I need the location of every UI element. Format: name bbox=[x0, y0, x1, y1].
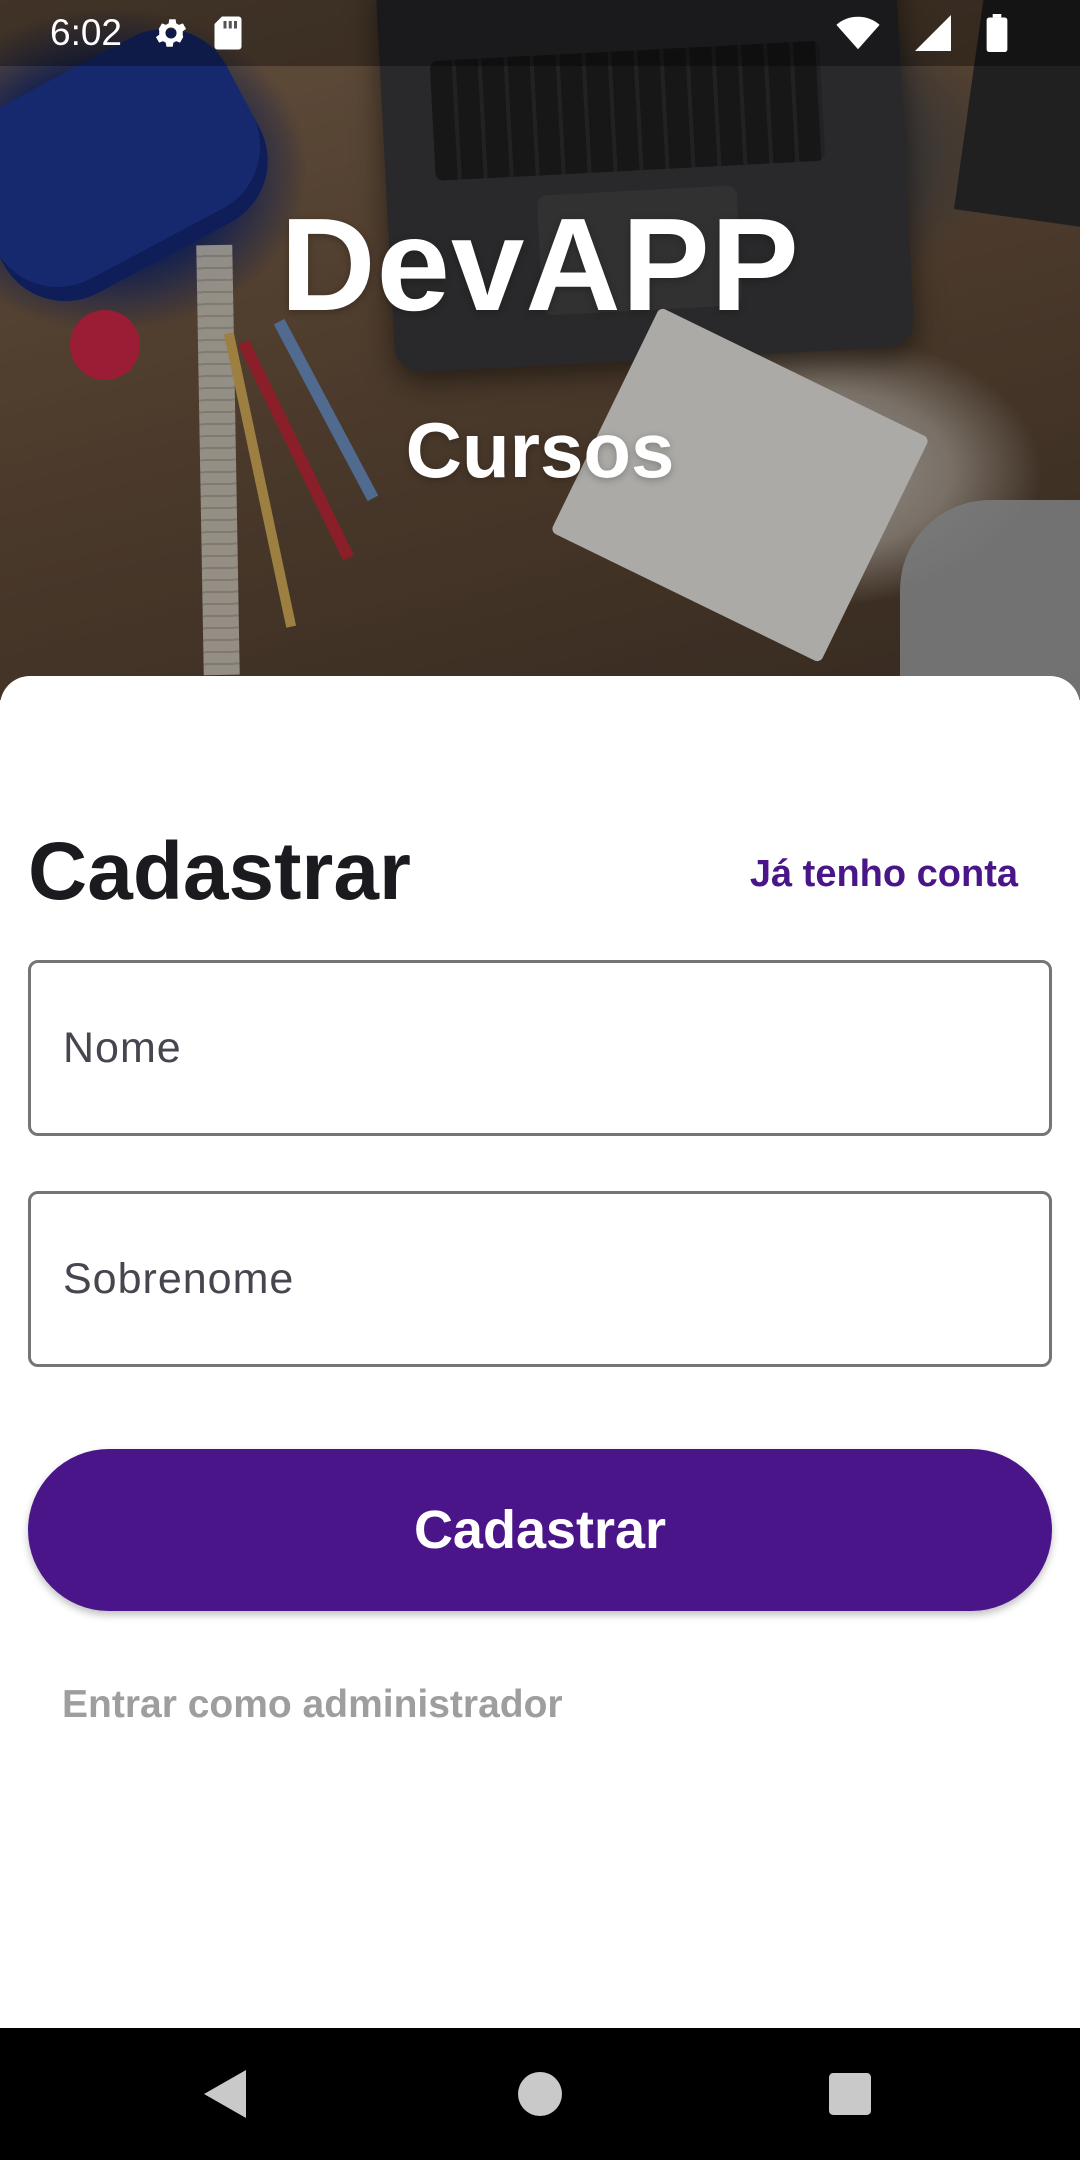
back-icon[interactable] bbox=[196, 2064, 256, 2124]
home-icon[interactable] bbox=[510, 2064, 570, 2124]
register-heading: Cadastrar bbox=[28, 826, 411, 917]
register-sheet: Cadastrar Já tenho conta Cadastrar Entra… bbox=[0, 676, 1080, 2028]
name-field[interactable] bbox=[28, 960, 1052, 1136]
recents-icon[interactable] bbox=[820, 2064, 880, 2124]
signal-icon bbox=[914, 15, 952, 51]
surname-input[interactable] bbox=[31, 1194, 1049, 1364]
screen: DevAPP Cursos 6:02 Cadastrar Já tenho co… bbox=[0, 0, 1080, 2160]
app-title: DevAPP bbox=[280, 191, 800, 338]
app-subtitle: Cursos bbox=[405, 406, 675, 494]
sd-card-icon bbox=[212, 15, 244, 51]
sheet-header: Cadastrar Já tenho conta bbox=[28, 822, 1052, 922]
register-button[interactable]: Cadastrar bbox=[28, 1449, 1052, 1611]
battery-icon bbox=[986, 14, 1008, 52]
navigation-bar bbox=[0, 2028, 1080, 2160]
settings-icon bbox=[152, 14, 190, 52]
surname-field[interactable] bbox=[28, 1191, 1052, 1367]
already-have-account-link[interactable]: Já tenho conta bbox=[750, 850, 1018, 898]
name-input[interactable] bbox=[31, 963, 1049, 1133]
status-time: 6:02 bbox=[50, 12, 123, 53]
wifi-icon bbox=[836, 15, 880, 51]
status-bar: 6:02 bbox=[0, 0, 1080, 66]
admin-login-link[interactable]: Entrar como administrador bbox=[62, 1680, 563, 1730]
hero-image: DevAPP Cursos bbox=[0, 0, 1080, 700]
